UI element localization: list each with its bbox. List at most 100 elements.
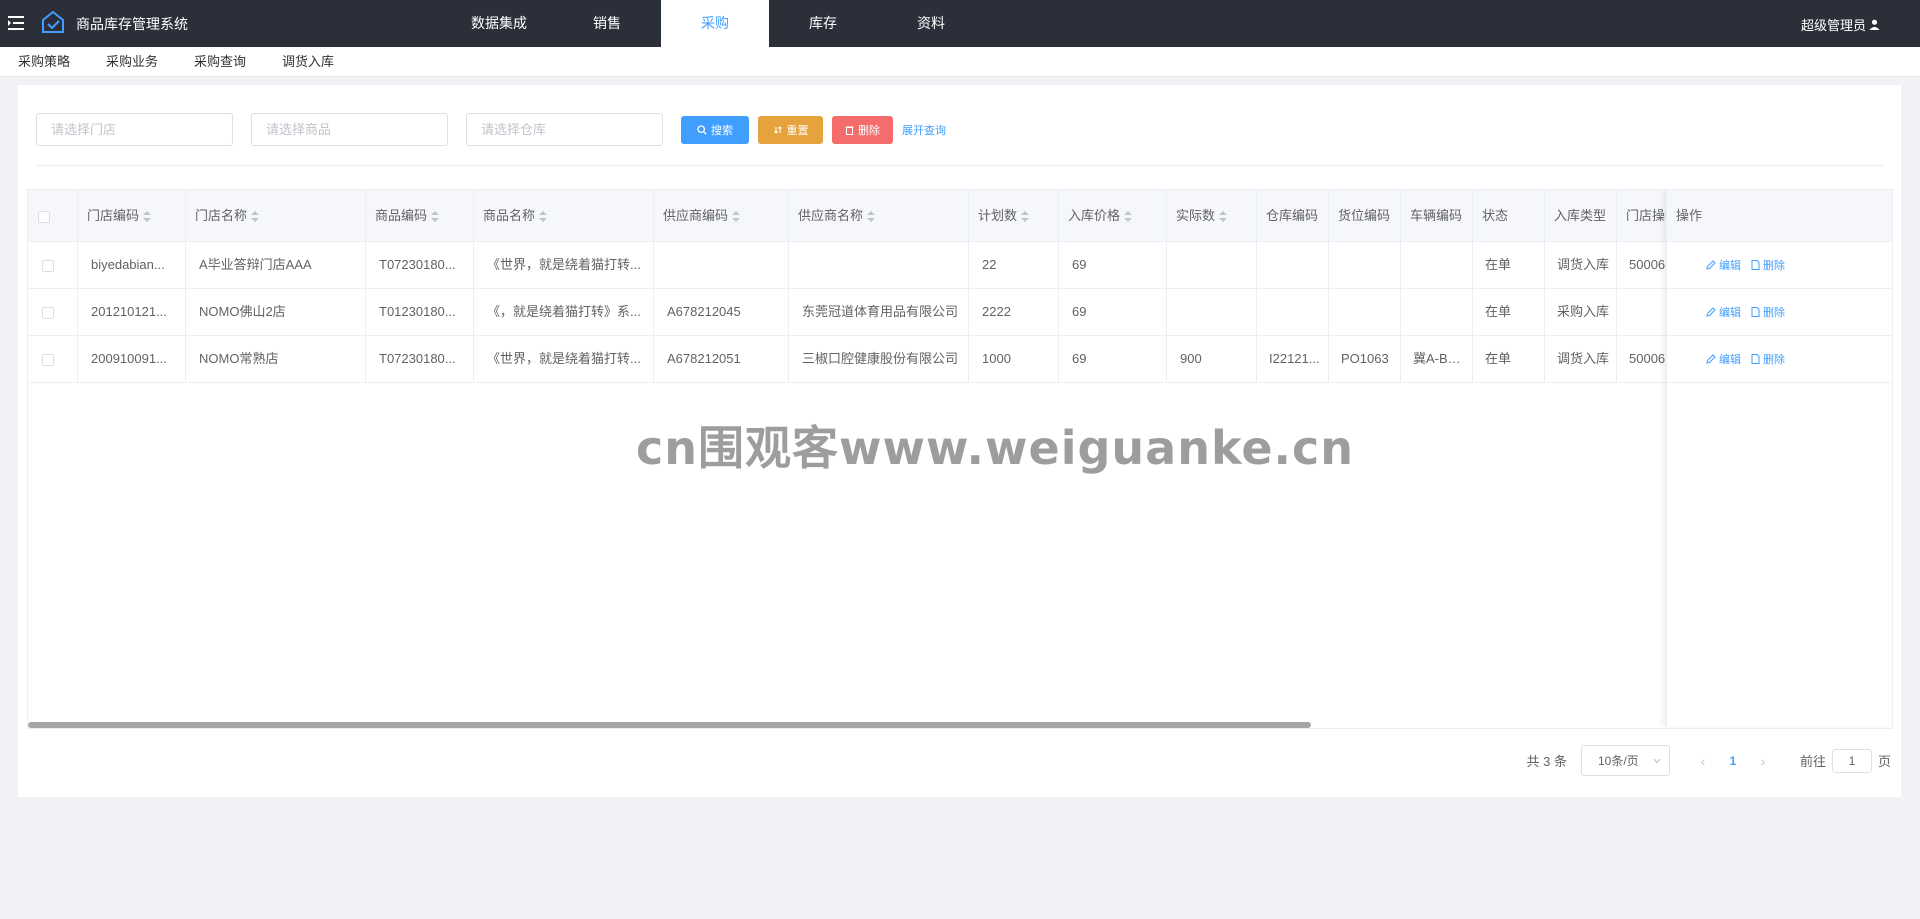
search-button[interactable]: 搜索	[681, 115, 749, 144]
nav-sales[interactable]: 销售	[553, 0, 661, 47]
subnav-purchase-query[interactable]: 采购查询	[194, 47, 246, 76]
product-select[interactable]	[251, 113, 448, 146]
nav-resources[interactable]: 资料	[877, 0, 985, 47]
sort-icon[interactable]	[1124, 210, 1133, 223]
delete-link[interactable]: 删除	[1751, 257, 1785, 273]
document-icon	[1751, 307, 1760, 317]
sort-icon[interactable]	[732, 210, 741, 223]
col-label: 计划数	[978, 208, 1018, 223]
cell-store-name: NOMO常熟店	[186, 336, 366, 382]
col-vehicle-code: 车辆编码	[1401, 190, 1473, 242]
expand-query-link[interactable]: 展开查询	[902, 122, 946, 138]
col-label: 门店编码	[87, 208, 140, 223]
page-number[interactable]: 1	[1718, 754, 1748, 768]
col-location-code: 货位编码	[1329, 190, 1401, 242]
col-product-name[interactable]: 商品名称	[474, 190, 654, 242]
nav-purchase[interactable]: 采购	[661, 0, 769, 47]
sort-icon[interactable]	[867, 210, 876, 223]
app-title: 商品库存管理系统	[76, 16, 188, 32]
cell-actual-qty	[1167, 289, 1257, 335]
col-status: 状态	[1473, 190, 1545, 242]
delete-link[interactable]: 删除	[1751, 351, 1785, 367]
cell-store-name: NOMO佛山2店	[186, 289, 366, 335]
cell-store-code: 201210121...	[78, 289, 186, 335]
col-label: 车辆编码	[1410, 208, 1463, 223]
cell-supplier-code	[654, 242, 789, 288]
goto-page: 前往 页	[1800, 748, 1891, 773]
sort-icon[interactable]	[143, 210, 152, 223]
reset-button[interactable]: 重置	[758, 115, 823, 144]
cell-warehouse-code	[1257, 289, 1329, 335]
subnav-purchase-strategy[interactable]: 采购策略	[18, 47, 70, 76]
col-store-code[interactable]: 门店编码	[78, 190, 186, 242]
divider	[36, 165, 1884, 166]
total-count: 共 3 条	[1526, 754, 1567, 769]
col-product-code[interactable]: 商品编码	[366, 190, 474, 242]
col-supplier-code[interactable]: 供应商编码	[654, 190, 789, 242]
chevron-down-icon	[1653, 758, 1661, 763]
row-select-cell	[28, 242, 78, 288]
edit-label: 编辑	[1719, 354, 1741, 366]
cell-location-code: PO1063	[1329, 336, 1401, 382]
cell-vehicle-code: 冀A-BB...	[1401, 336, 1473, 382]
row-checkbox[interactable]	[42, 259, 54, 272]
cell-supplier-name	[789, 242, 969, 288]
cell-product-name: 《世界，就是绕着猫打转...	[474, 336, 654, 382]
cell-store-code: biyedabian...	[78, 242, 186, 288]
edit-label: 编辑	[1719, 260, 1741, 272]
store-select[interactable]	[36, 113, 233, 146]
col-planned-qty[interactable]: 计划数	[969, 190, 1059, 242]
select-all-checkbox[interactable]	[38, 210, 50, 223]
action-row: 编辑 删除	[1667, 289, 1892, 336]
page-size-select[interactable]: 10条/页	[1580, 745, 1670, 776]
sort-icon[interactable]	[1021, 210, 1030, 223]
nav-inventory[interactable]: 库存	[769, 0, 877, 47]
table-row: biyedabian... A毕业答辩门店AAA T07230180... 《世…	[28, 242, 1892, 289]
page-size-value: 10条/页	[1597, 754, 1639, 768]
horizontal-scrollbar[interactable]	[28, 722, 1311, 728]
search-icon	[697, 124, 707, 135]
row-checkbox[interactable]	[42, 306, 54, 319]
nav-data-integration[interactable]: 数据集成	[445, 0, 553, 47]
subnav-transfer-inbound[interactable]: 调货入库	[282, 47, 334, 76]
cell-inbound-type: 调货入库	[1545, 336, 1617, 382]
user-menu[interactable]: 超级管理员	[1801, 15, 1880, 34]
cell-status: 在单	[1473, 242, 1545, 288]
goto-page-input[interactable]	[1831, 748, 1872, 773]
delete-label: 删除	[1763, 354, 1785, 366]
col-store-name[interactable]: 门店名称	[186, 190, 366, 242]
edit-link[interactable]: 编辑	[1706, 351, 1741, 367]
cell-supplier-code: A678212045	[654, 289, 789, 335]
subnav-purchase-business[interactable]: 采购业务	[106, 47, 158, 76]
next-page-button[interactable]: ›	[1748, 753, 1778, 769]
sort-icon[interactable]	[539, 210, 548, 223]
delete-button[interactable]: 删除	[832, 115, 893, 144]
cell-inbound-price: 69	[1059, 289, 1167, 335]
col-actual-qty[interactable]: 实际数	[1167, 190, 1257, 242]
edit-link[interactable]: 编辑	[1706, 304, 1741, 320]
sort-icon[interactable]	[251, 210, 260, 223]
cell-supplier-code: A678212051	[654, 336, 789, 382]
watermark: cn围观客www.weiguanke.cn	[636, 421, 1355, 475]
col-label: 状态	[1482, 208, 1509, 223]
main-nav: 数据集成 销售 采购 库存 资料	[445, 0, 985, 47]
delete-link[interactable]: 删除	[1751, 304, 1785, 320]
sort-icon[interactable]	[431, 210, 440, 223]
cell-status: 在单	[1473, 289, 1545, 335]
reset-button-label: 重置	[786, 124, 809, 137]
col-inbound-price[interactable]: 入库价格	[1059, 190, 1167, 242]
col-label: 入库价格	[1068, 208, 1121, 223]
cell-planned-qty: 1000	[969, 336, 1059, 382]
edit-link[interactable]: 编辑	[1706, 257, 1741, 273]
sort-icon[interactable]	[1219, 210, 1228, 223]
prev-page-button[interactable]: ‹	[1688, 753, 1718, 769]
col-supplier-name[interactable]: 供应商名称	[789, 190, 969, 242]
col-warehouse-code: 仓库编码	[1257, 190, 1329, 242]
cell-product-code: T01230180...	[366, 289, 474, 335]
row-select-cell	[28, 289, 78, 335]
action-column-header: 操作	[1667, 190, 1892, 242]
row-checkbox[interactable]	[42, 353, 54, 366]
warehouse-select[interactable]	[466, 113, 663, 146]
cell-product-name: 《，就是绕着猫打转》系...	[474, 289, 654, 335]
menu-toggle-icon[interactable]	[6, 12, 28, 34]
